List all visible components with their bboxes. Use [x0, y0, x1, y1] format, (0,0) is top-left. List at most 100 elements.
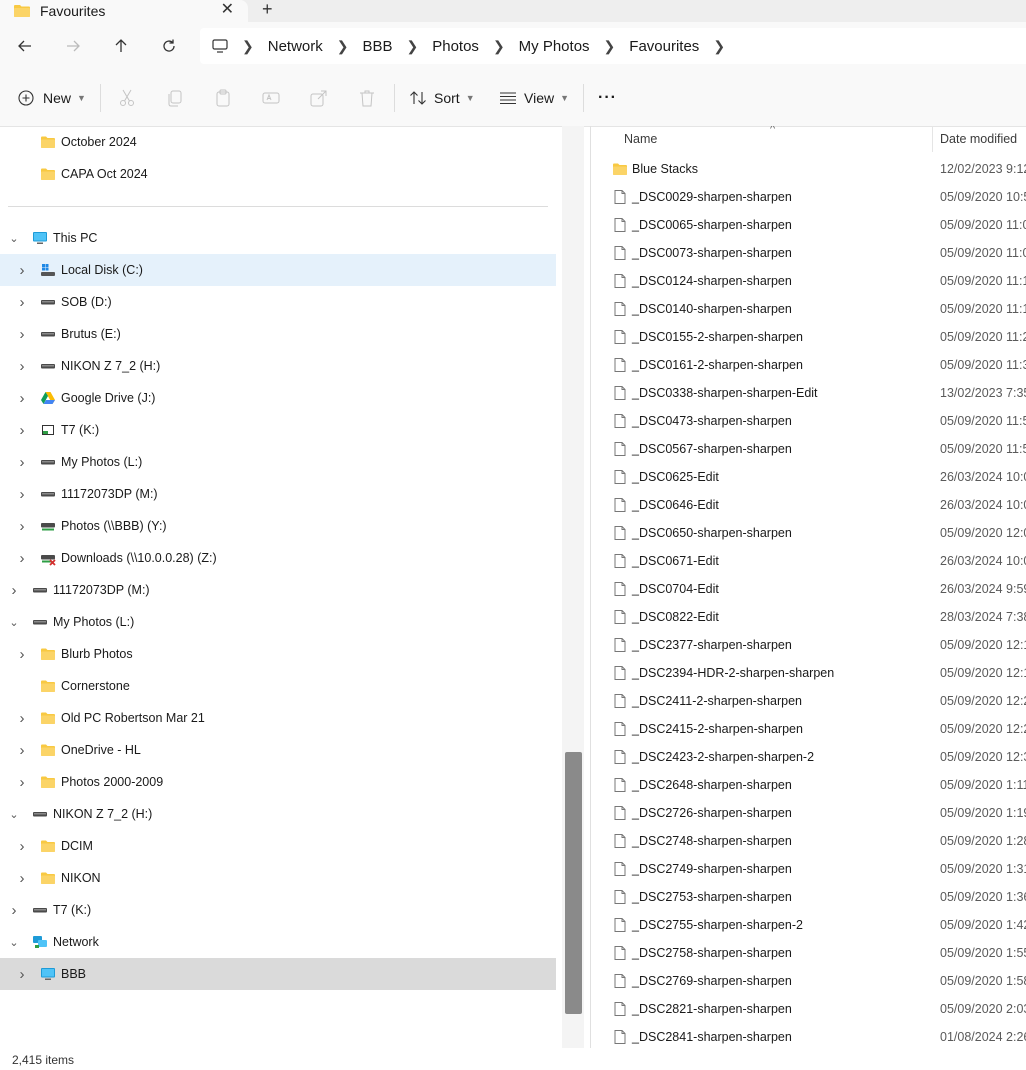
- file-row[interactable]: _DSC0073-sharpen-sharpen 05/09/2020 11:07: [591, 239, 1026, 267]
- new-tab-button[interactable]: +: [262, 0, 273, 18]
- nav-item[interactable]: › Photos (\\BBB) (Y:): [0, 510, 556, 542]
- paste-icon[interactable]: [213, 88, 233, 108]
- nav-item[interactable]: › BBB: [0, 958, 556, 990]
- nav-item[interactable]: CAPA Oct 2024: [0, 158, 556, 190]
- file-row[interactable]: _DSC0646-Edit 26/03/2024 10:01: [591, 491, 1026, 519]
- chevron-right-icon[interactable]: ›: [8, 902, 20, 919]
- nav-item[interactable]: › T7 (K:): [0, 894, 556, 926]
- file-row[interactable]: _DSC2648-sharpen-sharpen 05/09/2020 1:11 …: [591, 771, 1026, 799]
- file-row[interactable]: _DSC2769-sharpen-sharpen 05/09/2020 1:58 …: [591, 967, 1026, 995]
- breadcrumb-network[interactable]: Network: [268, 38, 323, 55]
- file-row[interactable]: _DSC0029-sharpen-sharpen 05/09/2020 10:59: [591, 183, 1026, 211]
- nav-item[interactable]: › Downloads (\\10.0.0.28) (Z:): [0, 542, 556, 574]
- chevron-down-icon[interactable]: ⌄: [8, 232, 20, 245]
- nav-item[interactable]: › 11172073DP (M:): [0, 478, 556, 510]
- nav-item[interactable]: › Local Disk (C:): [0, 254, 556, 286]
- nav-item[interactable]: › Blurb Photos: [0, 638, 556, 670]
- chevron-right-icon[interactable]: ›: [16, 422, 28, 439]
- nav-item[interactable]: › NIKON: [0, 862, 556, 894]
- breadcrumb-separator-icon[interactable]: ❯: [337, 38, 349, 55]
- nav-item[interactable]: ⌄ Network: [0, 926, 556, 958]
- file-row[interactable]: _DSC2758-sharpen-sharpen 05/09/2020 1:55 …: [591, 939, 1026, 967]
- nav-item[interactable]: › My Photos (L:): [0, 446, 556, 478]
- nav-item[interactable]: › SOB (D:): [0, 286, 556, 318]
- file-row[interactable]: _DSC0822-Edit 28/03/2024 7:38 AM: [591, 603, 1026, 631]
- rename-icon[interactable]: [261, 88, 281, 108]
- breadcrumb-separator-icon[interactable]: ❯: [493, 38, 505, 55]
- tab-close-button[interactable]: ✕: [221, 0, 234, 20]
- copy-icon[interactable]: [165, 88, 185, 108]
- file-row[interactable]: _DSC0124-sharpen-sharpen 05/09/2020 11:14: [591, 267, 1026, 295]
- file-row[interactable]: _DSC2821-sharpen-sharpen 05/09/2020 2:03 …: [591, 995, 1026, 1023]
- address-bar[interactable]: ❯ Network ❯ BBB ❯ Photos ❯ My Photos ❯ F…: [200, 28, 1026, 64]
- chevron-right-icon[interactable]: ›: [16, 550, 28, 567]
- tab-favourites[interactable]: Favourites ✕: [0, 0, 248, 22]
- nav-scrollbar-thumb[interactable]: [565, 752, 582, 1014]
- nav-item[interactable]: › 11172073DP (M:): [0, 574, 556, 606]
- chevron-right-icon[interactable]: ›: [16, 774, 28, 791]
- chevron-right-icon[interactable]: ›: [16, 454, 28, 471]
- nav-item[interactable]: ⌄ My Photos (L:): [0, 606, 556, 638]
- chevron-right-icon[interactable]: ›: [16, 390, 28, 407]
- nav-item[interactable]: ⌄ NIKON Z 7_2 (H:): [0, 798, 556, 830]
- file-row[interactable]: _DSC2726-sharpen-sharpen 05/09/2020 1:19 …: [591, 799, 1026, 827]
- breadcrumb-photos[interactable]: Photos: [432, 38, 479, 55]
- breadcrumb-separator-icon[interactable]: ❯: [713, 38, 725, 55]
- back-button[interactable]: [13, 34, 37, 58]
- file-row[interactable]: _DSC0161-2-sharpen-sharpen 05/09/2020 11:…: [591, 351, 1026, 379]
- chevron-down-icon[interactable]: ⌄: [8, 936, 20, 949]
- nav-item[interactable]: › NIKON Z 7_2 (H:): [0, 350, 556, 382]
- file-row[interactable]: _DSC0155-2-sharpen-sharpen 05/09/2020 11:…: [591, 323, 1026, 351]
- forward-button[interactable]: [61, 34, 85, 58]
- file-row[interactable]: _DSC0625-Edit 26/03/2024 10:00: [591, 463, 1026, 491]
- nav-item[interactable]: › Old PC Robertson Mar 21: [0, 702, 556, 734]
- breadcrumb-bbb[interactable]: BBB: [362, 38, 392, 55]
- file-row[interactable]: _DSC0650-sharpen-sharpen 05/09/2020 12:08: [591, 519, 1026, 547]
- chevron-right-icon[interactable]: ›: [16, 518, 28, 535]
- chevron-down-icon[interactable]: ⌄: [8, 808, 20, 821]
- sort-button[interactable]: Sort ▼: [409, 86, 475, 110]
- chevron-right-icon[interactable]: ›: [16, 326, 28, 343]
- chevron-right-icon[interactable]: ›: [16, 358, 28, 375]
- cut-icon[interactable]: [117, 88, 137, 108]
- nav-item[interactable]: ⌄ This PC: [0, 222, 556, 254]
- chevron-right-icon[interactable]: ›: [16, 294, 28, 311]
- breadcrumb-separator-icon[interactable]: ❯: [242, 38, 254, 55]
- delete-icon[interactable]: [357, 88, 377, 108]
- nav-item[interactable]: October 2024: [0, 126, 556, 158]
- refresh-button[interactable]: [157, 34, 181, 58]
- column-header-date-modified[interactable]: Date modified: [940, 132, 1017, 146]
- file-row[interactable]: _DSC2753-sharpen-sharpen 05/09/2020 1:36 …: [591, 883, 1026, 911]
- chevron-right-icon[interactable]: ›: [16, 646, 28, 663]
- file-row[interactable]: _DSC2415-2-sharpen-sharpen 05/09/2020 12:…: [591, 715, 1026, 743]
- nav-item[interactable]: › T7 (K:): [0, 414, 556, 446]
- chevron-right-icon[interactable]: ›: [16, 486, 28, 503]
- nav-item[interactable]: › OneDrive - HL: [0, 734, 556, 766]
- file-row[interactable]: _DSC0473-sharpen-sharpen 05/09/2020 11:55: [591, 407, 1026, 435]
- breadcrumb-favourites[interactable]: Favourites: [629, 38, 699, 55]
- share-icon[interactable]: [309, 88, 329, 108]
- file-row[interactable]: _DSC0671-Edit 26/03/2024 10:01: [591, 547, 1026, 575]
- breadcrumb-separator-icon[interactable]: ❯: [604, 38, 616, 55]
- file-row[interactable]: _DSC2748-sharpen-sharpen 05/09/2020 1:28 …: [591, 827, 1026, 855]
- file-row[interactable]: _DSC2377-sharpen-sharpen 05/09/2020 12:13: [591, 631, 1026, 659]
- file-row[interactable]: _DSC2394-HDR-2-sharpen-sharpen 05/09/2020…: [591, 659, 1026, 687]
- file-row[interactable]: _DSC0704-Edit 26/03/2024 9:59 AM: [591, 575, 1026, 603]
- chevron-right-icon[interactable]: ›: [16, 742, 28, 759]
- chevron-right-icon[interactable]: ›: [16, 838, 28, 855]
- file-row[interactable]: _DSC2411-2-sharpen-sharpen 05/09/2020 12:…: [591, 687, 1026, 715]
- file-row[interactable]: _DSC0567-sharpen-sharpen 05/09/2020 11:57: [591, 435, 1026, 463]
- chevron-right-icon[interactable]: ›: [16, 262, 28, 279]
- file-row[interactable]: _DSC2749-sharpen-sharpen 05/09/2020 1:31 …: [591, 855, 1026, 883]
- file-row[interactable]: _DSC2755-sharpen-sharpen-2 05/09/2020 1:4…: [591, 911, 1026, 939]
- nav-item[interactable]: › DCIM: [0, 830, 556, 862]
- nav-item[interactable]: › Photos 2000-2009: [0, 766, 556, 798]
- new-button[interactable]: New ▼: [18, 86, 86, 110]
- breadcrumb-my-photos[interactable]: My Photos: [519, 38, 590, 55]
- nav-item[interactable]: › Google Drive (J:): [0, 382, 556, 414]
- nav-item[interactable]: Cornerstone: [0, 670, 556, 702]
- chevron-right-icon[interactable]: ›: [16, 710, 28, 727]
- chevron-right-icon[interactable]: ›: [16, 870, 28, 887]
- chevron-right-icon[interactable]: ›: [16, 966, 28, 983]
- file-row[interactable]: _DSC0338-sharpen-sharpen-Edit 13/02/2023 …: [591, 379, 1026, 407]
